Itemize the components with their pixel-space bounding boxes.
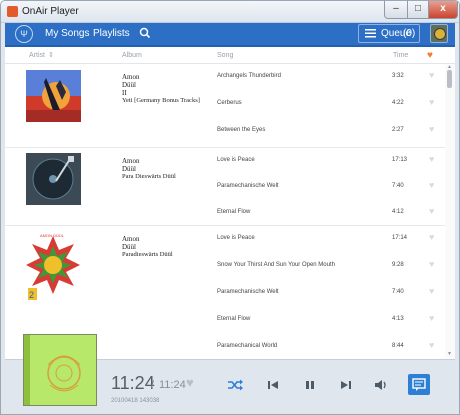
song-name: Paramechanische Welt [217, 183, 279, 189]
song-time: 8:44 [392, 343, 404, 349]
user-avatar[interactable] [430, 24, 448, 43]
song-name: Love is Peace [217, 235, 255, 241]
header-time[interactable]: Time [393, 52, 408, 59]
song-row[interactable]: Archangels Thunderbird 3:32 ♥ [5, 64, 445, 91]
player-bar: 11:24 / 11:24 ♥ 20100418 143038 [5, 334, 455, 408]
lyrics-icon [412, 378, 426, 391]
window-title: OnAir Player [22, 6, 79, 17]
song-row[interactable]: Cerberus 4:22 ♥ [5, 91, 445, 118]
queue-button[interactable]: Queue (0) [358, 24, 420, 43]
song-name: Cerberus [217, 100, 242, 106]
heart-icon[interactable]: ♥ [429, 340, 434, 350]
song-list: Amon Düül II Yeti [Germany Bonus Tracks]… [5, 64, 455, 359]
header-artist[interactable]: Artist [29, 52, 45, 59]
top-nav: Ψ My Songs Playlists Queue (0) [5, 23, 455, 45]
song-time: 4:13 [392, 316, 404, 322]
song-name: Love is Peace [217, 157, 255, 163]
current-time: 11:24 [111, 373, 155, 393]
song-name: Eternal Flow [217, 316, 251, 322]
minimize-button[interactable]: – [384, 1, 408, 19]
song-name: Archangels Thunderbird [217, 73, 281, 79]
song-time: 2:27 [392, 127, 404, 133]
vertical-scrollbar[interactable]: ▲ ▼ [445, 64, 455, 359]
search-icon[interactable] [138, 26, 152, 40]
volume-icon[interactable] [373, 378, 389, 392]
song-row[interactable]: Love is Peace 17:14 ♥ [5, 226, 445, 253]
title-bar: OnAir Player – □ x [1, 1, 459, 23]
sort-icon[interactable]: ⇕ [48, 51, 54, 59]
heart-icon[interactable]: ♥ [429, 180, 434, 190]
heart-icon[interactable]: ♥ [429, 154, 434, 164]
song-name: Paramechanical World [217, 343, 278, 349]
song-time: 3:32 [392, 73, 404, 79]
song-row[interactable]: Snow Your Thirst And Sun Your Open Mouth… [5, 253, 445, 280]
app-window: OnAir Player – □ x Ψ My Songs Playlists … [0, 0, 460, 415]
onair-logo-icon[interactable]: Ψ [15, 25, 33, 43]
time-separator: / [151, 379, 155, 391]
scroll-down-arrow[interactable]: ▼ [447, 351, 452, 357]
song-time: 9:28 [392, 262, 404, 268]
song-row[interactable]: Between the Eyes 2:27 ♥ [5, 118, 445, 145]
queue-list-icon [365, 29, 376, 38]
header-song[interactable]: Song [217, 52, 233, 59]
shuffle-icon[interactable] [227, 378, 243, 392]
album-group: Amon Düül Para Dieswärts Düül Love is Pe… [5, 148, 445, 226]
song-row[interactable]: Eternal Flow 4:12 ♥ [5, 200, 445, 227]
heart-icon[interactable]: ♥ [429, 259, 434, 269]
favorite-heart-icon[interactable]: ♥ [186, 375, 194, 390]
app-icon [7, 6, 18, 17]
song-name: Eternal Flow [217, 209, 251, 215]
song-time: 7:40 [392, 289, 404, 295]
nav-my-songs[interactable]: My Songs [45, 28, 89, 39]
song-name: Paramechanische Welt [217, 289, 279, 295]
song-time: 17:13 [392, 157, 408, 163]
pause-icon[interactable] [302, 378, 318, 392]
song-row[interactable]: Paramechanische Welt 7:40 ♥ [5, 280, 445, 307]
heart-icon[interactable]: ♥ [429, 97, 434, 107]
heart-icon[interactable]: ♥ [429, 70, 434, 80]
heart-icon[interactable]: ♥ [429, 206, 434, 216]
song-time: 7:40 [392, 183, 404, 189]
heart-icon[interactable]: ♥ [429, 313, 434, 323]
album-group: Amon Düül II Yeti [Germany Bonus Tracks]… [5, 64, 445, 148]
close-button[interactable]: x [428, 1, 458, 19]
heart-icon[interactable]: ♥ [429, 232, 434, 242]
queue-count: (0) [403, 28, 416, 39]
maximize-button[interactable]: □ [407, 1, 429, 19]
favorites-heart-icon[interactable]: ♥ [427, 50, 433, 61]
song-row[interactable]: Eternal Flow 4:13 ♥ [5, 307, 445, 334]
nav-playlists[interactable]: Playlists [93, 28, 130, 39]
next-icon[interactable] [338, 378, 354, 392]
total-time: 11:24 [159, 379, 186, 391]
lyrics-button[interactable] [408, 374, 430, 395]
song-name: Between the Eyes [217, 127, 266, 133]
song-time: 4:22 [392, 100, 404, 106]
song-row[interactable]: Paramechanische Welt 7:40 ♥ [5, 174, 445, 201]
heart-icon[interactable]: ♥ [429, 124, 434, 134]
heart-icon[interactable]: ♥ [429, 286, 434, 296]
song-name: Snow Your Thirst And Sun Your Open Mouth [217, 262, 335, 268]
now-playing-art[interactable] [23, 334, 97, 406]
song-time: 4:12 [392, 209, 404, 215]
header-album[interactable]: Album [122, 52, 142, 59]
song-time: 17:14 [392, 235, 408, 241]
scrollbar-thumb[interactable] [447, 70, 452, 88]
song-row[interactable]: Love is Peace 17:13 ♥ [5, 148, 445, 175]
column-header: Artist ⇕ Album Song Time ♥ [5, 47, 455, 64]
previous-icon[interactable] [265, 378, 281, 392]
track-timestamp: 20100418 143038 [111, 398, 160, 404]
